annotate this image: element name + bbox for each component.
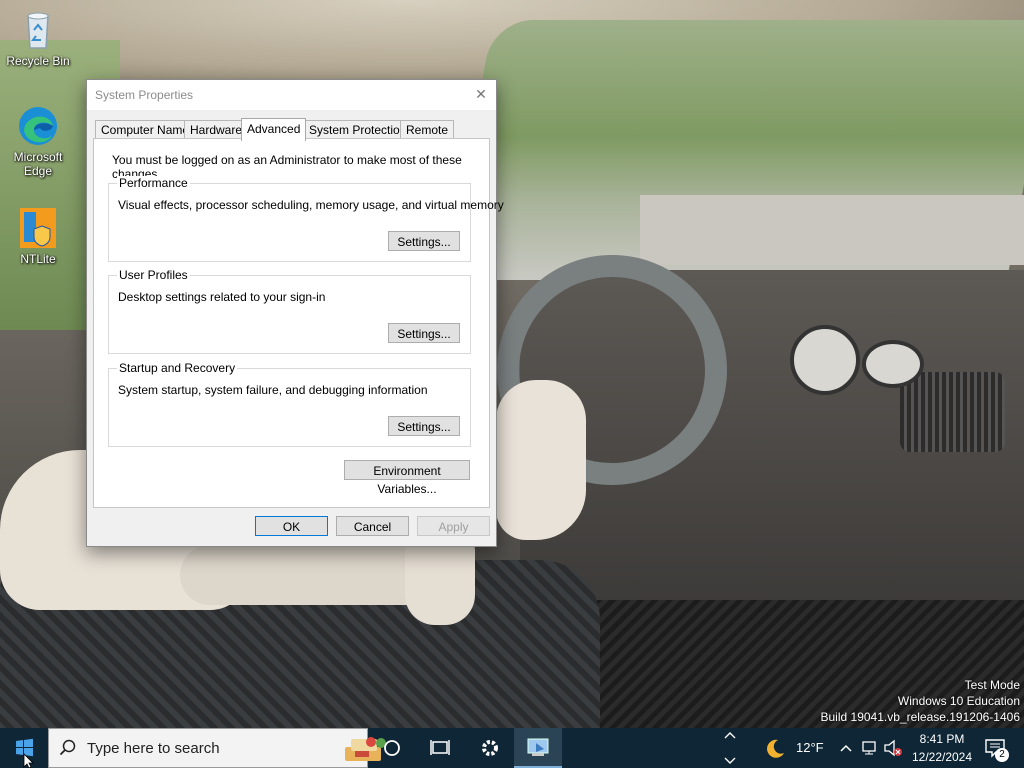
group-description: Desktop settings related to your sign-in — [118, 290, 326, 304]
group-description: System startup, system failure, and debu… — [118, 383, 428, 397]
start-button[interactable] — [0, 728, 48, 769]
search-icon — [59, 739, 76, 756]
startup-recovery-settings-button[interactable]: Settings... — [388, 416, 460, 436]
search-box[interactable]: Type here to search — [48, 728, 386, 768]
desktop-icon-edge[interactable]: Microsoft Edge — [4, 104, 72, 178]
close-icon[interactable]: ✕ — [466, 80, 496, 110]
wallpaper-dog-head — [496, 380, 586, 540]
group-title: Performance — [117, 176, 190, 190]
wallpaper-gauge — [862, 340, 924, 388]
cortana-button[interactable] — [368, 728, 416, 768]
notification-count-badge: 2 — [995, 748, 1009, 762]
system-properties-taskbar-button[interactable] — [514, 728, 562, 768]
search-placeholder: Type here to search — [87, 740, 220, 757]
test-mode-watermark: Test Mode Windows 10 Education Build 190… — [821, 677, 1021, 725]
tab-hardware[interactable]: Hardware — [184, 120, 249, 139]
weather-temperature[interactable]: 12°F — [796, 740, 824, 755]
performance-settings-button[interactable]: Settings... — [388, 231, 460, 251]
cortana-icon — [384, 740, 400, 756]
dialog-titlebar[interactable]: System Properties ✕ — [87, 80, 496, 110]
windows-logo-icon — [16, 738, 34, 769]
recycle-bin-icon — [27, 12, 49, 49]
tab-remote[interactable]: Remote — [400, 120, 455, 139]
user-profiles-settings-button[interactable]: Settings... — [388, 323, 460, 343]
tab-advanced[interactable]: Advanced — [241, 118, 307, 141]
ntlite-icon — [20, 208, 56, 248]
taskbar: Type here to search 12°F 8:41 PM 12/22/2… — [0, 728, 1024, 769]
performance-group: Performance Visual effects, processor sc… — [108, 176, 504, 262]
environment-variables-button[interactable]: Environment Variables... — [344, 460, 470, 496]
tab-computer-name[interactable]: Computer Name — [95, 120, 196, 139]
action-center-button[interactable]: 2 — [980, 728, 1024, 768]
user-profiles-group: User Profiles Desktop settings related t… — [108, 268, 471, 354]
watermark-line: Build 19041.vb_release.191206-1406 — [820, 710, 1021, 724]
clock[interactable]: 8:41 PM 12/22/2024 — [905, 730, 979, 766]
wallpaper-road — [640, 195, 1024, 265]
task-view-button[interactable] — [416, 728, 464, 768]
wallpaper-vent — [900, 372, 1005, 452]
desktop-icon-label: NTLite — [20, 252, 56, 266]
chevron-up-down-icon — [724, 732, 736, 764]
clock-date: 12/22/2024 — [911, 750, 973, 764]
moon-weather-icon[interactable] — [763, 737, 787, 761]
task-view-icon — [430, 740, 450, 755]
watermark-line: Test Mode — [964, 678, 1020, 692]
cancel-button[interactable]: Cancel — [336, 516, 409, 536]
chevron-up-icon[interactable] — [838, 740, 854, 756]
network-icon[interactable] — [861, 739, 879, 757]
tray-expand-arrow[interactable] — [716, 728, 744, 768]
desktop-icon-label: Microsoft Edge — [13, 150, 63, 178]
tab-system-protection[interactable]: System Protection — [303, 120, 413, 139]
volume-muted-icon[interactable] — [883, 739, 903, 757]
system-properties-dialog: System Properties ✕ Computer Name Hardwa… — [86, 79, 504, 547]
ok-button[interactable]: OK — [255, 516, 328, 536]
settings-taskbar-button[interactable] — [466, 728, 514, 768]
wallpaper-dog — [405, 540, 475, 625]
startup-recovery-group: Startup and Recovery System startup, sys… — [108, 361, 471, 447]
gear-icon — [482, 740, 498, 756]
advanced-tab-panel: You must be logged on as an Administrato… — [93, 138, 504, 508]
edge-icon — [19, 107, 57, 145]
dialog-title: System Properties — [95, 88, 194, 102]
group-description: Visual effects, processor scheduling, me… — [118, 198, 504, 212]
system-properties-icon — [527, 738, 549, 756]
desktop-icon-recycle-bin[interactable]: Recycle Bin — [4, 8, 72, 68]
group-title: Startup and Recovery — [117, 361, 238, 375]
group-title: User Profiles — [117, 268, 190, 282]
wallpaper-gauge — [790, 325, 860, 395]
wallpaper-dog — [180, 545, 440, 605]
desktop-icon-label: Recycle Bin — [6, 54, 70, 68]
watermark-line: Windows 10 Education — [897, 694, 1020, 708]
clock-time: 8:41 PM — [919, 732, 965, 746]
apply-button[interactable]: Apply — [417, 516, 490, 536]
desktop-icon-ntlite[interactable]: NTLite — [4, 206, 72, 266]
